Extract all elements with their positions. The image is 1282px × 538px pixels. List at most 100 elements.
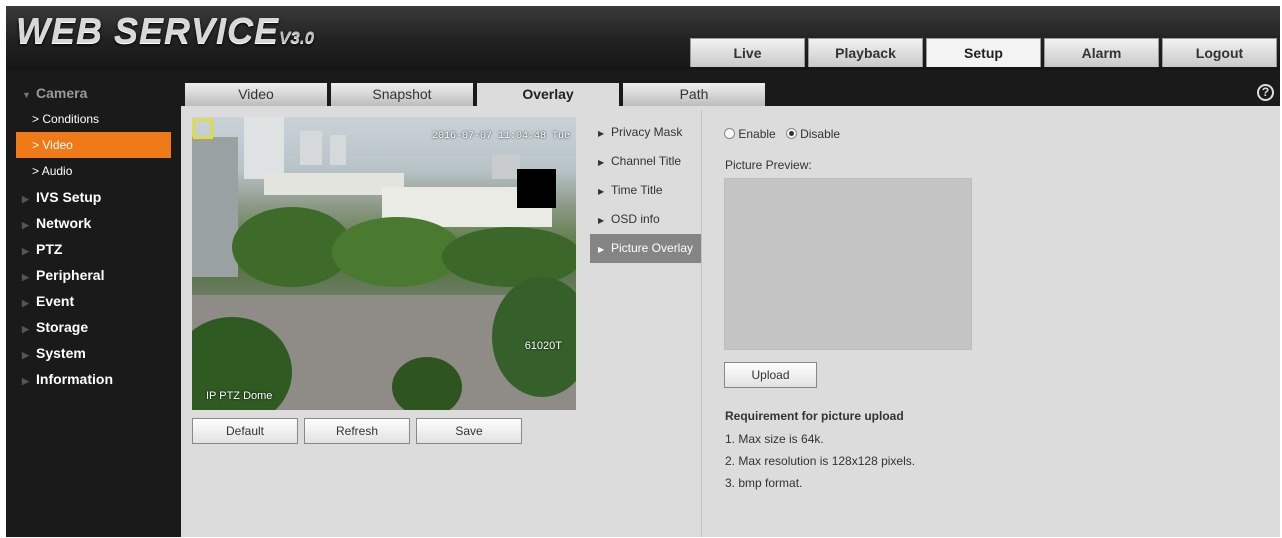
video-timestamp: 2016-07-07 11:04:48 Tue: [431, 131, 570, 142]
collapsed-triangle-icon: ▶: [22, 298, 29, 308]
sidebar-item-label: System: [36, 345, 86, 361]
requirement-item: 2. Max resolution is 128x128 pixels.: [725, 454, 916, 468]
overlay-item-osd-info[interactable]: ▶ OSD info: [590, 205, 702, 234]
nav-live[interactable]: Live: [690, 38, 805, 67]
collapsed-triangle-icon: ▶: [22, 324, 29, 334]
sidebar: ▼ Camera > Conditions > Video > Audio ▶ IV…: [6, 80, 181, 537]
requirement-item: 1. Max size is 64k.: [725, 432, 824, 446]
collapsed-triangle-icon: ▶: [22, 246, 29, 256]
logo: WEB SERVICEV3.0: [16, 10, 314, 52]
tab-overlay[interactable]: Overlay: [477, 83, 619, 106]
logo-text: WEB SERVICE: [16, 10, 280, 51]
enable-radio[interactable]: [724, 128, 735, 139]
logo-version: V3.0: [279, 28, 315, 47]
collapsed-triangle-icon: ▶: [22, 350, 29, 360]
sidebar-item-peripheral[interactable]: ▶ Peripheral: [6, 262, 181, 288]
sidebar-item-ivs-setup[interactable]: ▶ IVS Setup: [6, 184, 181, 210]
save-button[interactable]: Save: [416, 418, 522, 444]
refresh-button[interactable]: Refresh: [304, 418, 410, 444]
overlay-region-marker: [193, 119, 213, 139]
nav-logout[interactable]: Logout: [1162, 38, 1277, 67]
building-shape: [300, 131, 322, 165]
video-model-label: 61020T: [524, 340, 562, 352]
overlay-item-label: Privacy Mask: [611, 125, 683, 139]
triangle-right-icon: ▶: [598, 187, 605, 196]
privacy-mask-region: [517, 169, 556, 208]
nav-setup[interactable]: Setup: [926, 38, 1041, 67]
sidebar-item-label: Video: [42, 138, 73, 152]
header: WEB SERVICEV3.0 Live Playback Setup Alar…: [6, 6, 1280, 70]
enable-label: Enable: [738, 127, 776, 141]
video-preview: 2016-07-07 11:04:48 Tue 61020T IP PTZ Do…: [192, 117, 576, 410]
upload-button[interactable]: Upload: [724, 362, 817, 388]
tab-video[interactable]: Video: [185, 83, 327, 106]
app-frame: WEB SERVICEV3.0 Live Playback Setup Alar…: [6, 6, 1280, 537]
picture-preview-box: [724, 178, 972, 350]
overlay-item-label: OSD info: [611, 212, 660, 226]
chevron-right-icon: >: [32, 164, 40, 178]
overlay-menu: ▶ Privacy Mask ▶ Channel Title ▶ Time Title…: [590, 118, 702, 263]
disable-label: Disable: [800, 127, 841, 141]
building-shape: [330, 135, 346, 165]
requirement-title: Requirement for picture upload: [725, 409, 904, 423]
sidebar-item-video[interactable]: > Video: [16, 132, 171, 158]
picture-preview-label: Picture Preview:: [725, 158, 812, 172]
tree-shape: [392, 357, 462, 410]
sidebar-item-event[interactable]: ▶ Event: [6, 288, 181, 314]
requirement-item: 3. bmp format.: [725, 476, 803, 490]
sidebar-item-label: Conditions: [42, 112, 100, 126]
triangle-right-icon: ▶: [598, 158, 605, 167]
sidebar-item-conditions[interactable]: > Conditions: [6, 106, 181, 132]
overlay-item-label: Channel Title: [611, 154, 682, 168]
expanded-triangle-icon: ▼: [22, 90, 31, 100]
enable-radio-group: Enable Disable: [724, 127, 840, 141]
collapsed-triangle-icon: ▶: [22, 194, 29, 204]
default-button[interactable]: Default: [192, 418, 298, 444]
triangle-right-icon: ▶: [598, 216, 605, 225]
sub-tab-bar: Video Snapshot Overlay Path ?: [181, 80, 1280, 106]
sidebar-item-system[interactable]: ▶ System: [6, 340, 181, 366]
nav-alarm[interactable]: Alarm: [1044, 38, 1159, 67]
building-shape: [192, 137, 238, 277]
collapsed-triangle-icon: ▶: [22, 376, 29, 386]
sidebar-item-network[interactable]: ▶ Network: [6, 210, 181, 236]
sidebar-item-camera[interactable]: ▼ Camera: [6, 80, 181, 106]
chevron-right-icon: >: [32, 138, 40, 152]
overlay-item-privacy-mask[interactable]: ▶ Privacy Mask: [590, 118, 702, 147]
nav-playback[interactable]: Playback: [808, 38, 923, 67]
sidebar-item-label: Peripheral: [36, 267, 105, 283]
chevron-right-icon: >: [32, 112, 40, 126]
main-nav: Live Playback Setup Alarm Logout: [690, 38, 1280, 67]
sidebar-item-label: Network: [36, 215, 92, 231]
content-panel: Video Snapshot Overlay Path ? 2016-07-07…: [181, 80, 1280, 537]
building-shape: [244, 117, 284, 179]
help-icon[interactable]: ?: [1257, 84, 1274, 101]
sidebar-item-label: PTZ: [36, 241, 63, 257]
tab-snapshot[interactable]: Snapshot: [331, 83, 473, 106]
sidebar-item-label: Information: [36, 371, 113, 387]
sidebar-item-storage[interactable]: ▶ Storage: [6, 314, 181, 340]
sidebar-item-label: Storage: [36, 319, 89, 335]
sidebar-item-label: Event: [36, 293, 75, 309]
video-channel-title: IP PTZ Dome: [206, 390, 273, 402]
collapsed-triangle-icon: ▶: [22, 272, 29, 282]
sidebar-item-label: IVS Setup: [36, 189, 102, 205]
tree-shape: [442, 227, 576, 287]
disable-radio[interactable]: [785, 128, 797, 139]
sidebar-item-audio[interactable]: > Audio: [6, 158, 181, 184]
triangle-right-icon: ▶: [598, 245, 605, 254]
sidebar-item-label: Audio: [41, 164, 73, 178]
building-shape: [492, 155, 520, 179]
triangle-right-icon: ▶: [598, 129, 605, 138]
sidebar-item-label: Camera: [36, 85, 88, 101]
tab-path[interactable]: Path: [623, 83, 765, 106]
overlay-item-label: Time Title: [611, 183, 663, 197]
overlay-item-time-title[interactable]: ▶ Time Title: [590, 176, 702, 205]
collapsed-triangle-icon: ▶: [22, 220, 29, 230]
sidebar-item-information[interactable]: ▶ Information: [6, 366, 181, 392]
overlay-item-label: Picture Overlay: [611, 241, 694, 255]
sidebar-item-ptz[interactable]: ▶ PTZ: [6, 236, 181, 262]
panel-divider: [701, 110, 702, 537]
overlay-item-channel-title[interactable]: ▶ Channel Title: [590, 147, 702, 176]
overlay-item-picture-overlay[interactable]: ▶ Picture Overlay: [590, 234, 702, 263]
